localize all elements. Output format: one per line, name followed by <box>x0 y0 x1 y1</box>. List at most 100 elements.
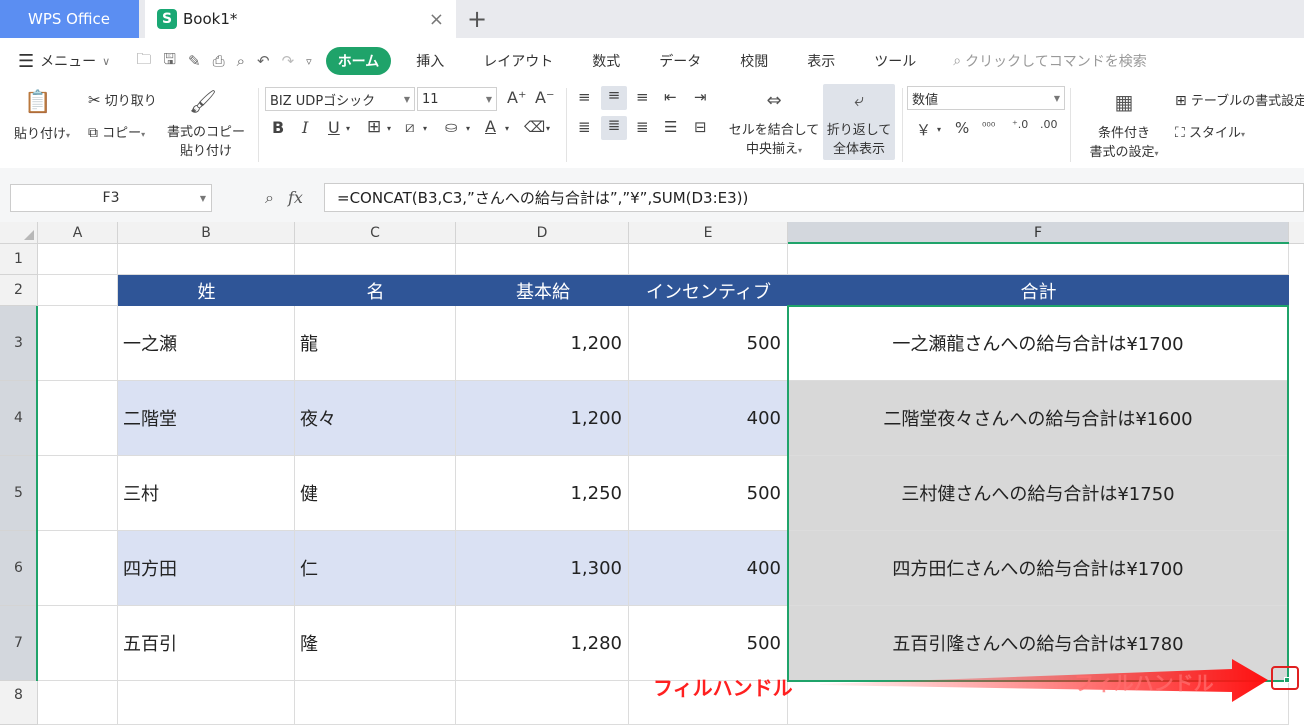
table-format-button[interactable]: ⊞ テーブルの書式設定 <box>1175 90 1304 109</box>
wrap-text-icon: ⤶ <box>853 90 865 111</box>
spreadsheet-grid: A B C D E F 1 2 3 4 5 6 7 8 姓 名 基本給 インセン… <box>0 222 1304 725</box>
paste-button[interactable]: 📋 貼り付け▾ <box>14 90 76 142</box>
italic-icon[interactable]: I <box>302 118 308 137</box>
underline-icon[interactable]: U <box>328 118 340 137</box>
chevron-down-icon[interactable]: ▾ <box>937 125 941 134</box>
align-top-icon[interactable]: ≡ <box>578 88 591 106</box>
wrap-text-button[interactable]: ⤶ 折り返して 全体表示 <box>823 84 895 160</box>
align-bottom-icon[interactable]: ≡ <box>636 88 649 106</box>
close-tab-icon[interactable]: × <box>429 9 444 30</box>
customize-toolbar-icon[interactable]: ▿ <box>306 55 312 68</box>
cell-styles-label: スタイル <box>1188 126 1241 141</box>
decrease-font-size-icon[interactable]: A⁻ <box>535 88 554 107</box>
tab-data[interactable]: データ <box>645 47 715 75</box>
currency-icon[interactable]: ￥ <box>916 119 931 140</box>
fill-color-icon[interactable]: ⛀ <box>445 118 458 136</box>
quick-access-toolbar: 🗀 🖫 ✎ ⎙ ⌕ ↶ ↷ ▿ <box>136 49 311 74</box>
new-tab-icon[interactable]: + <box>467 5 487 33</box>
zoom-icon[interactable]: ⌕ <box>265 188 274 208</box>
justify-icon[interactable]: ☰ <box>664 118 677 136</box>
main-menu-button[interactable]: ☰ メニュー ∨ <box>0 51 110 72</box>
align-right-icon[interactable]: ≣ <box>636 118 649 136</box>
format-painter-quick-icon[interactable]: ✎ <box>188 52 201 70</box>
font-color-icon[interactable]: A <box>485 117 496 136</box>
font-name-value: BIZ UDPゴシック <box>270 93 376 109</box>
decrease-indent-icon[interactable]: ⇤ <box>664 88 677 106</box>
clear-format-icon[interactable]: ⌫ <box>524 118 545 136</box>
conditional-format-label-2: 書式の設定 <box>1089 145 1155 160</box>
chevron-down-icon: ▼ <box>199 193 206 203</box>
tab-home[interactable]: ホーム <box>325 47 392 75</box>
chevron-down-icon: ▾ <box>141 130 146 139</box>
chevron-down-icon: ▼ <box>403 94 410 104</box>
tab-formulas[interactable]: 数式 <box>578 47 634 75</box>
merge-center-button[interactable]: ⇔ セルを結合して 中央揃え▾ <box>728 90 820 157</box>
tab-review[interactable]: 校閲 <box>726 47 782 75</box>
hamburger-icon: ☰ <box>18 50 35 72</box>
font-size-value: 11 <box>422 91 439 107</box>
align-center-icon[interactable]: ≣ <box>601 116 627 140</box>
chevron-down-icon[interactable]: ▾ <box>387 124 391 133</box>
scissors-icon: ✂ <box>88 91 101 109</box>
copy-button[interactable]: ⧉ コピー▾ <box>88 122 145 141</box>
ribbon-tabs: ホーム 挿入 レイアウト 数式 データ 校閲 表示 ツール <box>325 47 942 75</box>
wps-office-tab[interactable]: WPS Office <box>0 0 139 38</box>
copy-icon: ⧉ <box>88 125 98 141</box>
bold-icon[interactable]: B <box>272 118 284 137</box>
merge-cells-icon: ⇔ <box>766 90 782 111</box>
align-middle-icon[interactable]: ≡ <box>601 86 627 110</box>
document-tab-book1[interactable]: S Book1* × <box>145 0 456 38</box>
chevron-down-icon[interactable]: ▾ <box>546 124 550 133</box>
number-format-select[interactable]: 数値 ▼ <box>907 86 1065 110</box>
formula-input[interactable]: =CONCAT(B3,C3,”さんへの給与合計は”,”¥”,SUM(D3:E3)… <box>324 183 1304 212</box>
command-search[interactable]: ⌕ クリックしてコマンドを検索 <box>953 51 1146 71</box>
distributed-icon[interactable]: ⊟ <box>694 118 707 136</box>
format-painter-label-1: 書式のコピー <box>166 125 245 140</box>
main-menu-label: メニュー <box>40 54 97 70</box>
cell-style-icon[interactable]: ⧄ <box>405 118 415 136</box>
ribbon-divider <box>258 88 259 162</box>
cell-styles-button[interactable]: ⛶ スタイル▾ <box>1175 122 1245 141</box>
copy-label: コピー <box>102 126 142 141</box>
title-bar: WPS Office S Book1* × + <box>0 0 1304 38</box>
paintbrush-icon: 🖌 <box>189 90 217 115</box>
increase-decimal-icon[interactable]: ⁺.0 <box>1012 118 1028 131</box>
print-icon[interactable]: ⎙ <box>213 52 225 70</box>
open-folder-icon[interactable]: 🗀 <box>136 49 151 74</box>
comma-style-icon[interactable]: ⁰⁰⁰ <box>982 120 995 133</box>
font-size-select[interactable]: 11 ▼ <box>417 87 497 111</box>
tab-tools[interactable]: ツール <box>860 47 930 75</box>
chevron-down-icon[interactable]: ▾ <box>423 124 427 133</box>
percent-icon[interactable]: % <box>955 119 969 137</box>
cut-button[interactable]: ✂ 切り取り <box>88 90 157 109</box>
undo-icon[interactable]: ↶ <box>257 52 270 70</box>
tab-view[interactable]: 表示 <box>793 47 849 75</box>
chevron-down-icon: ▾ <box>1240 130 1245 139</box>
conditional-format-label-1: 条件付き <box>1097 126 1150 141</box>
increase-font-size-icon[interactable]: A⁺ <box>507 88 526 107</box>
redo-icon[interactable]: ↷ <box>282 52 295 70</box>
merge-label-1: セルを結合して <box>728 123 820 138</box>
font-name-select[interactable]: BIZ UDPゴシック ▼ <box>265 87 415 111</box>
chevron-down-icon[interactable]: ▾ <box>346 124 350 133</box>
spreadsheet-icon: S <box>157 9 177 29</box>
chevron-down-icon: ▼ <box>485 94 492 104</box>
borders-icon[interactable]: ⊞ <box>367 117 381 137</box>
format-painter-button[interactable]: 🖌 書式のコピー 貼り付け <box>166 90 246 159</box>
tab-layout[interactable]: レイアウト <box>469 47 567 75</box>
align-left-icon[interactable]: ≣ <box>578 118 591 136</box>
conditional-format-button[interactable]: ▦ 条件付き 書式の設定▾ <box>1080 90 1168 160</box>
ribbon-home: 📋 貼り付け▾ ✂ 切り取り ⧉ コピー▾ 🖌 書式のコピー 貼り付け BIZ … <box>0 84 1304 168</box>
insert-function-icon[interactable]: fx <box>288 188 303 208</box>
paste-label: 貼り付け <box>14 127 67 142</box>
print-preview-icon[interactable]: ⌕ <box>237 52 245 70</box>
name-box[interactable]: F3 ▼ <box>10 184 212 212</box>
save-icon[interactable]: 🖫 <box>163 49 176 74</box>
chevron-down-icon[interactable]: ▾ <box>505 124 509 133</box>
document-tab-label: Book1* <box>183 10 238 28</box>
tab-insert[interactable]: 挿入 <box>402 47 458 75</box>
chevron-down-icon[interactable]: ▾ <box>466 124 470 133</box>
decrease-decimal-icon[interactable]: .00 <box>1040 118 1058 131</box>
table-format-label: テーブルの書式設定 <box>1190 94 1304 109</box>
increase-indent-icon[interactable]: ⇥ <box>694 88 707 106</box>
